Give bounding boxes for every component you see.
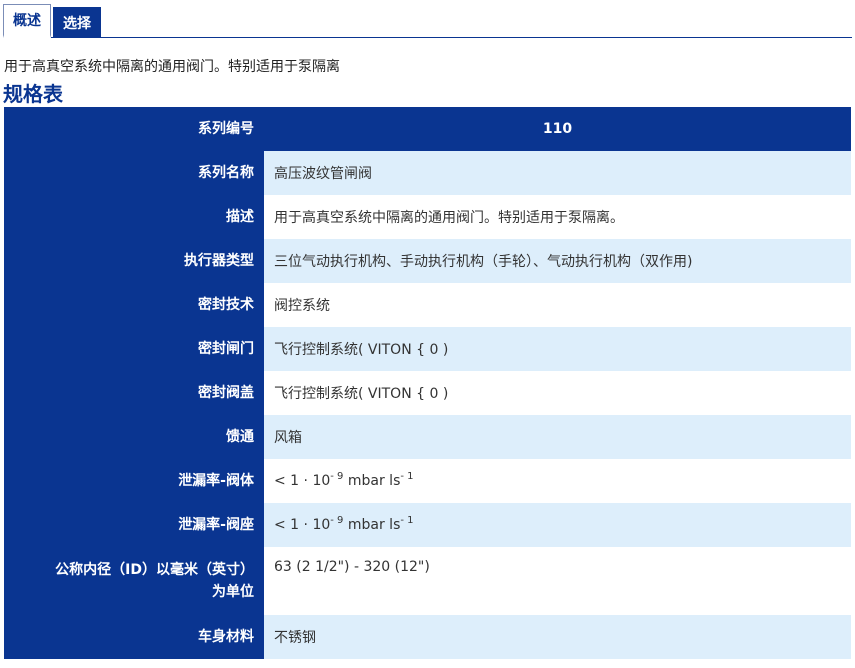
table-row: 泄漏率-阀体 < 1 · 10- 9 mbar ls- 1 <box>4 459 851 503</box>
spec-value: 飞行控制系统( VITON { 0 ) <box>264 327 851 371</box>
table-row: 密封闸门 飞行控制系统( VITON { 0 ) <box>4 327 851 371</box>
table-row: 描述 用于高真空系统中隔离的通用阀门。特别适用于泵隔离。 <box>4 195 851 239</box>
spec-value: 三位气动执行机构、手动执行机构（手轮）、气动执行机构（双作用) <box>264 239 851 283</box>
spec-value: 阀控系统 <box>264 283 851 327</box>
table-row: 车身材料 不锈钢 <box>4 615 851 659</box>
spec-label: 执行器类型 <box>4 239 264 283</box>
spec-label: 车身材料 <box>4 615 264 659</box>
leak-rate-unit-exponent: - 1 <box>400 471 414 482</box>
spec-label: 泄漏率-阀座 <box>4 503 264 547</box>
table-row: 泄漏率-阀座 < 1 · 10- 9 mbar ls- 1 <box>4 503 851 547</box>
spec-value: 风箱 <box>264 415 851 459</box>
spec-value: 高压波纹管闸阀 <box>264 151 851 195</box>
table-row: 系列编号 110 <box>4 107 851 151</box>
spec-value: 用于高真空系统中隔离的通用阀门。特别适用于泵隔离。 <box>264 195 851 239</box>
intro-text: 用于高真空系统中隔离的通用阀门。特别适用于泵隔离 <box>4 59 340 75</box>
tab-bar: 概述 选择 <box>3 4 852 38</box>
spec-label-line: 公称内径（ID）以毫米（英寸） <box>55 562 254 578</box>
table-row: 执行器类型 三位气动执行机构、手动执行机构（手轮）、气动执行机构（双作用) <box>4 239 851 283</box>
tab-overview[interactable]: 概述 <box>3 4 51 38</box>
table-row: 系列名称 高压波纹管闸阀 <box>4 151 851 195</box>
spec-label-line: 为单位 <box>212 584 254 600</box>
spec-value: 不锈钢 <box>264 615 851 659</box>
leak-rate-mantissa: < 1 · 10 <box>274 517 331 533</box>
spec-label: 公称内径（ID）以毫米（英寸） 为单位 <box>4 547 264 615</box>
table-row: 馈通 风箱 <box>4 415 851 459</box>
spec-value: < 1 · 10- 9 mbar ls- 1 <box>264 459 851 503</box>
spec-value: < 1 · 10- 9 mbar ls- 1 <box>264 503 851 547</box>
tab-selection[interactable]: 选择 <box>53 7 101 38</box>
leak-rate-unit-exponent: - 1 <box>400 515 414 526</box>
table-row: 密封阀盖 飞行控制系统( VITON { 0 ) <box>4 371 851 415</box>
spec-value: 飞行控制系统( VITON { 0 ) <box>264 371 851 415</box>
spec-label: 馈通 <box>4 415 264 459</box>
spec-label: 描述 <box>4 195 264 239</box>
spec-value: 63 (2 1/2") - 320 (12") <box>264 547 851 615</box>
spec-label: 泄漏率-阀体 <box>4 459 264 503</box>
spec-label: 密封技术 <box>4 283 264 327</box>
spec-value: 110 <box>264 107 851 151</box>
leak-rate-unit: mbar ls <box>347 517 401 533</box>
table-row: 公称内径（ID）以毫米（英寸） 为单位 63 (2 1/2") - 320 (1… <box>4 547 851 615</box>
spec-label: 系列名称 <box>4 151 264 195</box>
spec-label: 密封闸门 <box>4 327 264 371</box>
leak-rate-exponent: - 9 <box>330 515 344 526</box>
leak-rate-exponent: - 9 <box>330 471 344 482</box>
spec-label: 密封阀盖 <box>4 371 264 415</box>
leak-rate-mantissa: < 1 · 10 <box>274 473 331 489</box>
section-title: 规格表 <box>3 82 63 106</box>
spec-label: 系列编号 <box>4 107 264 151</box>
spec-table: 系列编号 110 系列名称 高压波纹管闸阀 描述 用于高真空系统中隔离的通用阀门… <box>4 107 851 659</box>
leak-rate-unit: mbar ls <box>347 473 401 489</box>
table-row: 密封技术 阀控系统 <box>4 283 851 327</box>
